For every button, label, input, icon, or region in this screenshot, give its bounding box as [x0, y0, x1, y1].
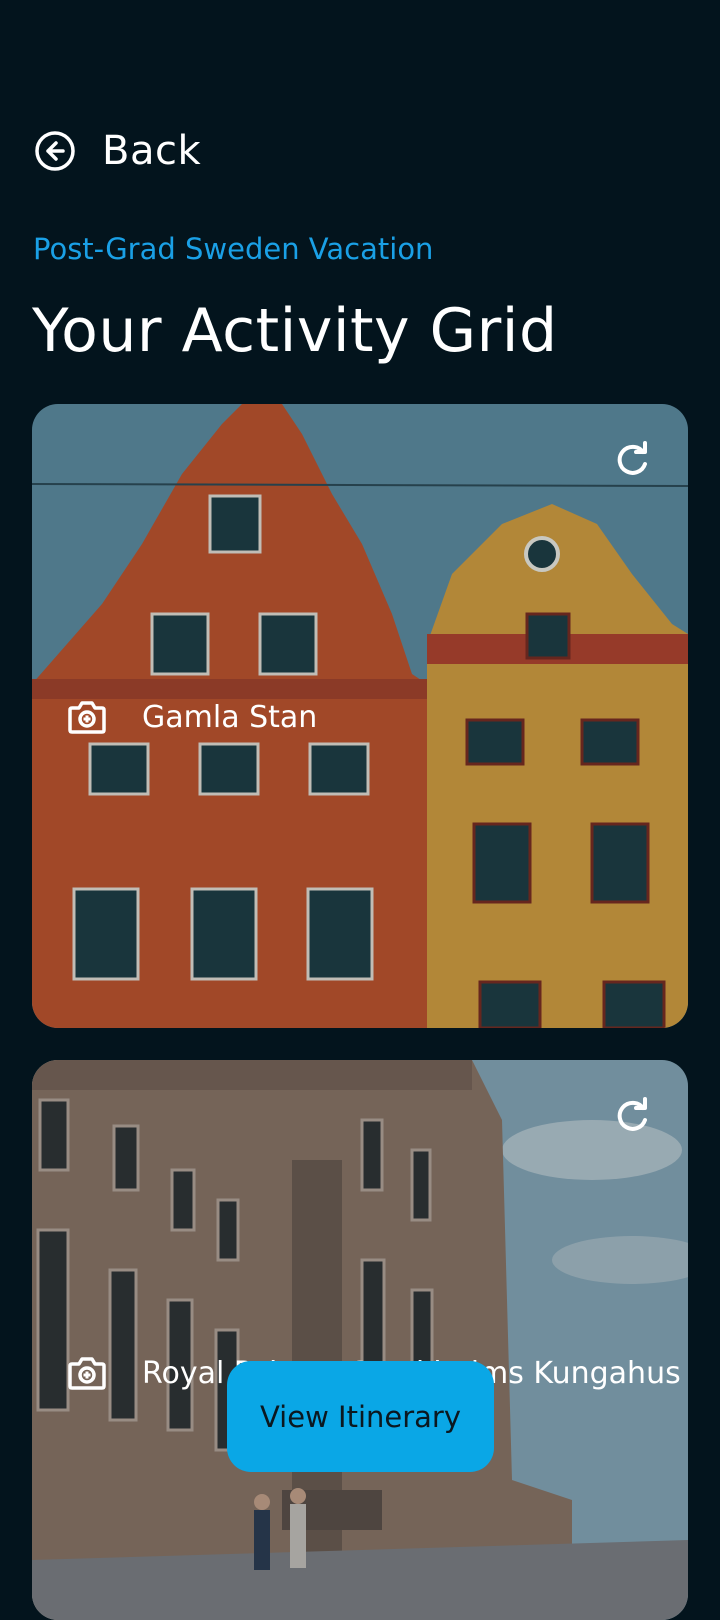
refresh-icon[interactable]	[612, 1096, 652, 1136]
back-label: Back	[102, 128, 202, 174]
page-title: Your Activity Grid	[32, 296, 558, 366]
activity-title: Gamla Stan	[142, 699, 318, 735]
trip-name: Post-Grad Sweden Vacation	[33, 232, 434, 266]
activity-card-royal-palace[interactable]: Royal Palace: Stockholms Kungahus	[32, 1060, 688, 1620]
camera-icon	[68, 701, 106, 734]
activity-card-gamla-stan[interactable]: Gamla Stan	[32, 404, 688, 1028]
camera-icon	[68, 1357, 106, 1390]
card-shade	[32, 1060, 688, 1620]
view-itinerary-button[interactable]: View Itinerary	[227, 1361, 494, 1472]
arrow-left-circle-icon	[35, 131, 75, 171]
refresh-icon[interactable]	[612, 440, 652, 480]
back-button[interactable]: Back	[34, 128, 201, 174]
activity-label: Gamla Stan	[66, 696, 317, 738]
